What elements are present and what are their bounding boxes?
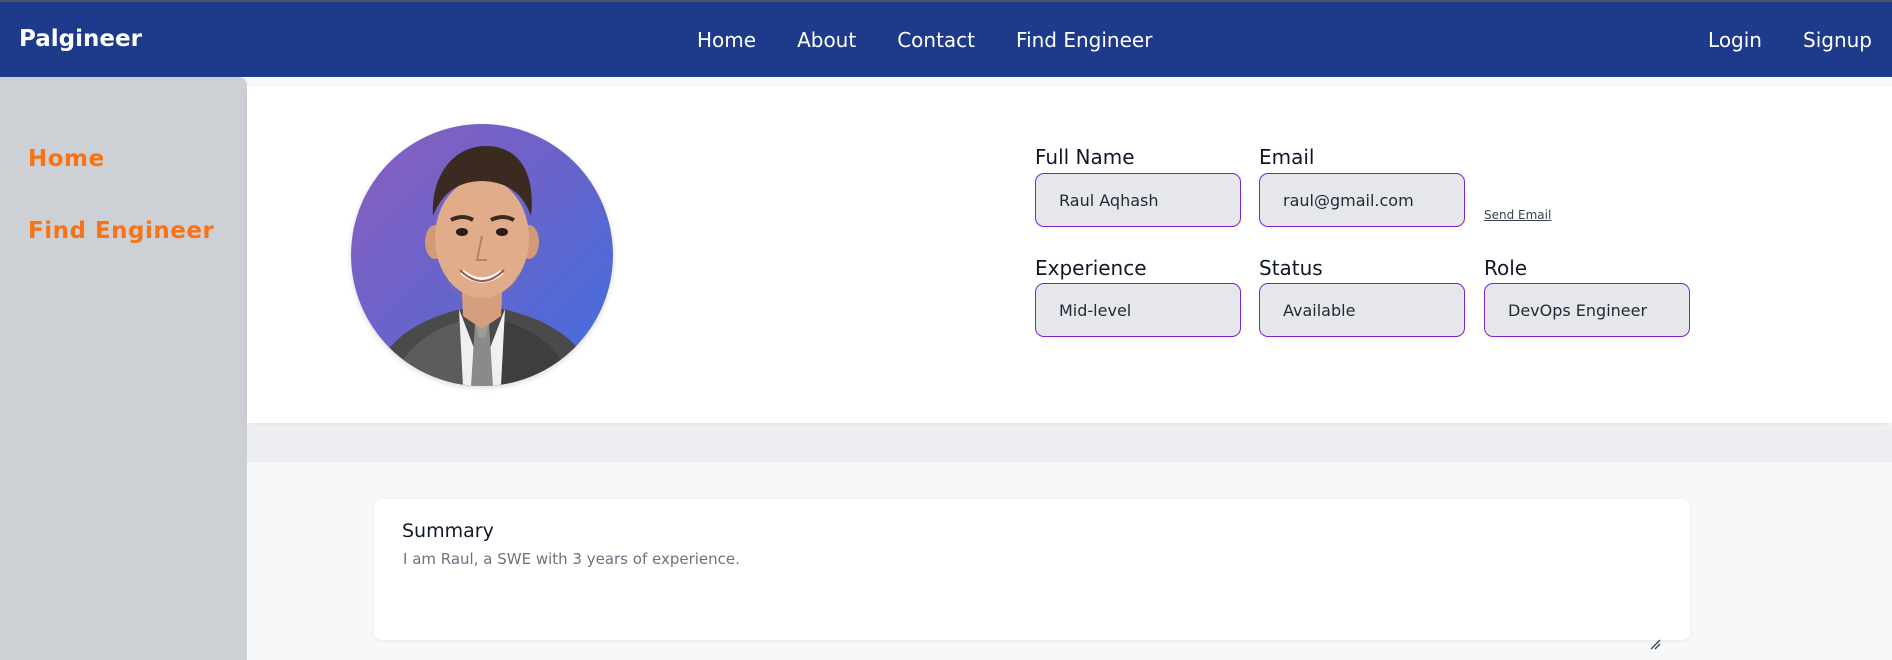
full-name-label: Full Name bbox=[1035, 145, 1135, 169]
summary-title: Summary bbox=[402, 520, 494, 542]
summary-card: Summary I am Raul, a SWE with 3 years of… bbox=[374, 499, 1690, 640]
summary-textarea[interactable]: I am Raul, a SWE with 3 years of experie… bbox=[403, 550, 1663, 630]
send-email-link[interactable]: Send Email bbox=[1484, 208, 1551, 222]
nav-link-about[interactable]: About bbox=[797, 28, 856, 52]
status-field[interactable] bbox=[1259, 283, 1465, 337]
experience-field[interactable] bbox=[1035, 283, 1241, 337]
resize-grip-icon[interactable] bbox=[1649, 638, 1661, 650]
avatar bbox=[351, 124, 613, 386]
sidebar: Home Find Engineer bbox=[0, 77, 247, 660]
nav-link-home[interactable]: Home bbox=[697, 28, 756, 52]
top-navbar: Palgineer Home About Contact Find Engine… bbox=[0, 0, 1892, 77]
nav-link-find-engineer[interactable]: Find Engineer bbox=[1016, 28, 1152, 52]
signup-link[interactable]: Signup bbox=[1803, 28, 1872, 52]
nav-links: Home About Contact Find Engineer bbox=[697, 28, 1152, 52]
role-label: Role bbox=[1484, 256, 1528, 280]
section-divider bbox=[247, 428, 1892, 462]
nav-link-contact[interactable]: Contact bbox=[897, 28, 975, 52]
full-name-field[interactable] bbox=[1035, 173, 1241, 227]
experience-label: Experience bbox=[1035, 256, 1147, 280]
email-label: Email bbox=[1259, 145, 1315, 169]
avatar-portrait-image bbox=[371, 146, 596, 386]
email-field[interactable] bbox=[1259, 173, 1465, 227]
role-field[interactable] bbox=[1484, 283, 1690, 337]
sidebar-item-home[interactable]: Home bbox=[28, 146, 105, 172]
auth-links: Login Signup bbox=[1708, 28, 1872, 52]
sidebar-item-find-engineer[interactable]: Find Engineer bbox=[28, 218, 214, 244]
brand-logo[interactable]: Palgineer bbox=[19, 26, 142, 52]
status-label: Status bbox=[1259, 256, 1323, 280]
login-link[interactable]: Login bbox=[1708, 28, 1762, 52]
